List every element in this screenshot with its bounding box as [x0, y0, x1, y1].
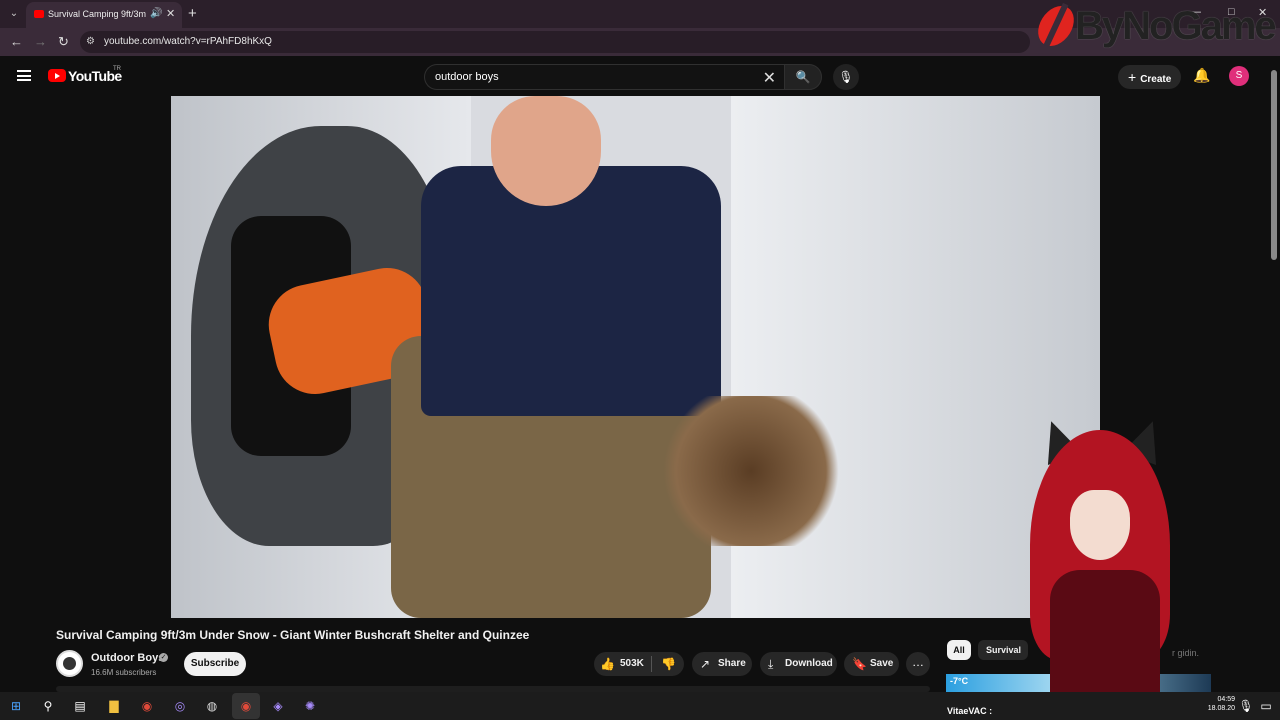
chip-all[interactable]: All	[947, 640, 971, 660]
bell-icon[interactable]: 🔔	[1193, 67, 1210, 84]
video-frame-person-head	[491, 96, 601, 206]
chrome-icon[interactable]: ◉	[139, 698, 155, 714]
save-button[interactable]: 🔖 Save	[844, 652, 899, 676]
chrome-active-icon[interactable]: ◉	[238, 698, 254, 714]
app-icon-2[interactable]: ◍	[204, 698, 220, 714]
thumbs-up-icon[interactable]: 👍	[600, 652, 615, 676]
microphone-tray-icon[interactable]: 🎙	[1238, 698, 1254, 714]
arrow-right-icon[interactable]: →	[34, 34, 47, 49]
create-label: Create	[1140, 74, 1172, 85]
app-icon-4[interactable]: ✺	[302, 698, 318, 714]
system-clock[interactable]: 04:59 18.08.20	[1205, 696, 1235, 712]
chevron-down-icon[interactable]: ⌄	[6, 6, 22, 22]
clock-date: 18.08.20	[1207, 705, 1235, 712]
video-frame-tinder-bundle	[651, 396, 851, 546]
task-view-icon[interactable]: ▤	[72, 698, 88, 714]
scrollbar-thumb[interactable]	[1271, 70, 1277, 260]
region-code: TR	[113, 66, 121, 72]
download-button[interactable]: ⤓ Download	[760, 652, 837, 676]
subscribe-button[interactable]: Subscribe	[184, 652, 246, 676]
bynogame-watermark: ByNoGame	[1033, 0, 1280, 56]
download-icon: ⤓	[768, 657, 774, 671]
reload-icon[interactable]: ↻	[58, 34, 69, 50]
plus-icon: +	[1128, 69, 1137, 85]
more-horizontal-icon[interactable]: …	[906, 652, 930, 676]
tab-active[interactable]: Survival Camping 9ft/3m Under Snow - Gia…	[26, 2, 182, 28]
video-player[interactable]	[171, 96, 1100, 618]
verified-icon: ✓	[159, 653, 168, 662]
watermark-text: ByNoGame	[1075, 4, 1277, 48]
share-button[interactable]: ↗ Share	[692, 652, 752, 676]
like-count[interactable]: 503K	[620, 652, 644, 676]
speaker-icon[interactable]: 🔊	[150, 8, 162, 19]
channel-avatar[interactable]	[56, 650, 83, 677]
arrow-left-icon[interactable]: ←	[10, 34, 23, 49]
subscriber-count: 16.6M subscribers	[91, 668, 157, 677]
display-tray-icon[interactable]: ▭	[1258, 698, 1274, 714]
video-title: Survival Camping 9ft/3m Under Snow - Gia…	[56, 628, 530, 642]
stream-overlay-label: VitaeVAC :	[947, 706, 993, 716]
plus-icon[interactable]: +	[188, 5, 197, 22]
file-explorer-icon[interactable]: ▇	[106, 698, 122, 714]
like-divider	[651, 656, 652, 672]
menu-icon[interactable]	[17, 70, 31, 81]
share-label: Share	[718, 658, 746, 669]
windows-taskbar: ⊞ ⚲ ▤ ▇ ◉ ◎ ◍ ◉ ◈ ✺ VitaeVAC : 🎙 ▭ 04:59…	[0, 692, 1280, 720]
clear-search-icon[interactable]: ✕	[763, 68, 776, 88]
windows-start-icon[interactable]: ⊞	[8, 698, 24, 714]
tab-title: Survival Camping 9ft/3m Under Snow - Gia…	[48, 9, 146, 19]
search-icon: 🔍	[795, 70, 811, 84]
bookmark-icon: 🔖	[852, 657, 867, 671]
thumbs-down-icon[interactable]: 👎	[661, 652, 676, 676]
avatar-face	[1070, 490, 1130, 560]
address-bar[interactable]: ⚙ youtube.com/watch?v=rPAhFD8hKxQ	[80, 31, 1030, 53]
tune-icon[interactable]: ⚙	[86, 36, 95, 47]
app-icon-3[interactable]: ◈	[270, 698, 286, 714]
avatar[interactable]: S	[1229, 66, 1249, 86]
microphone-icon[interactable]: 🎙	[833, 64, 859, 90]
share-arrow-icon: ↗	[700, 657, 711, 671]
download-label: Download	[785, 658, 833, 669]
close-icon[interactable]: ✕	[166, 7, 175, 20]
youtube-header: YouTube TR outdoor boys ✕ 🔍 🎙 + Create 🔔 …	[0, 56, 1280, 96]
thumbnail-text: -7°C	[950, 676, 969, 686]
app-icon-1[interactable]: ◎	[172, 698, 188, 714]
channel-name[interactable]: Outdoor Boys	[91, 652, 164, 664]
search-button[interactable]: 🔍	[784, 64, 822, 90]
like-dislike-group: 👍 503K 👎	[594, 652, 684, 676]
youtube-favicon	[34, 10, 44, 18]
video-frame-person-torso	[421, 166, 721, 416]
vtuber-avatar-overlay	[1000, 415, 1210, 720]
save-label: Save	[870, 658, 894, 669]
search-icon[interactable]: ⚲	[40, 698, 56, 714]
clock-time: 04:59	[1217, 696, 1235, 703]
search-input[interactable]: outdoor boys ✕	[424, 64, 784, 90]
search-query[interactable]: outdoor boys	[435, 71, 499, 83]
page-scrollbar[interactable]	[1270, 60, 1278, 690]
create-button[interactable]: + Create	[1118, 65, 1181, 89]
url-text[interactable]: youtube.com/watch?v=rPAhFD8hKxQ	[104, 36, 272, 47]
youtube-logo-icon[interactable]	[48, 69, 66, 82]
